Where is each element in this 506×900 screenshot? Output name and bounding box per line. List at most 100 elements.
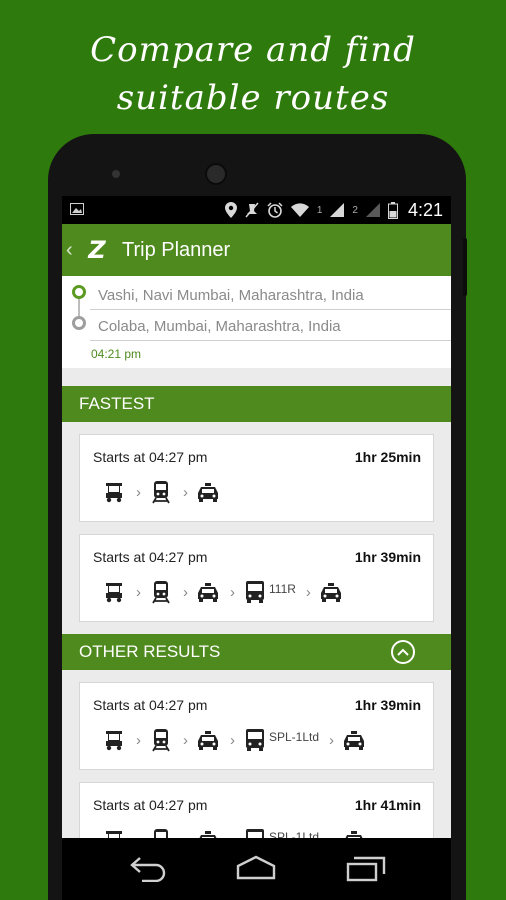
bus-icon — [246, 829, 264, 838]
location-icon — [224, 202, 237, 218]
promo-line-2: suitable routes — [116, 78, 390, 118]
signal-1-label: 1 — [316, 204, 323, 216]
route-start-time: Starts at 04:27 pm — [93, 449, 208, 465]
other-results-header[interactable]: OTHER RESULTS — [62, 634, 451, 670]
chevron-right-icon: › — [305, 583, 311, 601]
destination-marker-icon — [72, 316, 86, 330]
fastest-header-label: FASTEST — [79, 394, 155, 413]
destination-field[interactable]: Colaba, Mumbai, Maharashtra, India — [90, 313, 451, 341]
chevron-right-icon: › — [183, 583, 188, 601]
other-results-header-label: OTHER RESULTS — [79, 642, 221, 661]
app-logo[interactable]: Z — [80, 236, 114, 264]
route-leg — [102, 728, 126, 752]
status-time: 4:21 — [407, 199, 443, 220]
route-number: SPL-1Ltd — [269, 830, 320, 838]
alarm-icon — [267, 202, 283, 218]
action-bar: ‹ Z Trip Planner — [62, 224, 451, 276]
rickshaw-icon — [106, 483, 122, 503]
phone-side-button — [463, 238, 467, 296]
collapse-chevron-icon[interactable] — [391, 640, 415, 664]
taxi-icon — [199, 831, 217, 838]
chevron-right-icon: › — [329, 731, 335, 749]
route-card[interactable]: Starts at 04:27 pm 1hr 25min › › — [79, 434, 434, 522]
recent-apps-icon[interactable] — [344, 854, 388, 882]
home-icon[interactable] — [234, 854, 278, 882]
route-leg — [196, 828, 220, 838]
rickshaw-icon — [106, 731, 122, 751]
chevron-right-icon: › — [183, 731, 188, 749]
route-leg: SPL-1Ltd — [243, 828, 319, 838]
route-legs: › › — [102, 479, 220, 505]
route-duration: 1hr 39min — [354, 697, 421, 713]
fastest-header: FASTEST — [62, 386, 451, 422]
route-leg — [149, 580, 173, 604]
route-leg — [196, 580, 220, 604]
route-start-time: Starts at 04:27 pm — [93, 697, 208, 713]
route-leg: 111R — [243, 580, 296, 604]
route-start-time: Starts at 04:27 pm — [93, 797, 208, 813]
train-icon — [152, 581, 170, 604]
chevron-right-icon: › — [136, 483, 141, 501]
signal-icon-2 — [365, 203, 380, 217]
route-card[interactable]: Starts at 04:27 pm 1hr 39min › › › SPL-1Ltd… — [79, 682, 434, 770]
page-title: Trip Planner — [122, 238, 231, 261]
chevron-right-icon: › — [136, 731, 141, 749]
route-leg — [149, 828, 173, 838]
route-leg — [102, 480, 126, 504]
chevron-right-icon: › — [230, 583, 235, 601]
rickshaw-icon — [106, 583, 122, 603]
phone-sensor — [112, 170, 120, 178]
taxi-icon — [198, 583, 218, 602]
route-duration: 1hr 41min — [354, 797, 421, 813]
route-leg: SPL-1Ltd — [243, 728, 319, 752]
route-legs: › › › 111R › — [102, 579, 343, 605]
chevron-right-icon: › — [230, 731, 235, 749]
promo-line-1: Compare and find — [90, 30, 416, 70]
phone-screen: 1 2 4:21 ‹ Z Trip Planner Vashi, Navi Mu… — [62, 196, 451, 838]
origin-marker-icon — [72, 285, 86, 299]
signal-icon — [330, 203, 345, 217]
signal-2-label: 2 — [352, 204, 358, 216]
promo-headline: Compare and find suitable routes — [0, 26, 506, 122]
fastest-route-list: Starts at 04:27 pm 1hr 25min › › Starts a… — [62, 422, 451, 622]
route-leg — [342, 828, 366, 838]
bus-icon — [246, 581, 264, 603]
train-icon — [152, 481, 170, 504]
route-leg — [342, 728, 366, 752]
route-duration: 1hr 39min — [354, 549, 421, 565]
other-route-list: Starts at 04:27 pm 1hr 39min › › › SPL-1Ltd… — [62, 670, 451, 838]
taxi-icon — [198, 483, 218, 502]
train-icon — [154, 829, 168, 838]
taxi-icon — [198, 731, 218, 750]
route-leg — [102, 580, 126, 604]
route-card[interactable]: Starts at 04:27 pm 1hr 39min › › › 111R › — [79, 534, 434, 622]
chevron-right-icon: › — [136, 583, 141, 601]
route-legs: › › › SPL-1Ltd › — [102, 727, 366, 753]
section-spacer — [62, 368, 451, 386]
taxi-icon — [345, 831, 363, 838]
route-leg — [102, 828, 126, 838]
route-leg — [319, 580, 343, 604]
route-legs: ›››SPL-1Ltd› — [102, 827, 366, 838]
back-icon[interactable] — [128, 854, 172, 882]
origin-field[interactable]: Vashi, Navi Mumbai, Maharashtra, India — [90, 282, 451, 310]
route-leg — [196, 480, 220, 504]
taxi-icon — [320, 583, 341, 602]
battery-icon — [387, 201, 398, 219]
route-leg — [149, 480, 173, 504]
departure-time[interactable]: 04:21 pm — [91, 347, 141, 361]
route-start-time: Starts at 04:27 pm — [93, 549, 208, 565]
chevron-right-icon: › — [183, 483, 188, 501]
route-card[interactable]: Starts at 04:27 pm 1hr 41min ›››SPL-1Ltd… — [79, 782, 434, 838]
route-leg — [149, 728, 173, 752]
route-number: SPL-1Ltd — [269, 730, 320, 744]
phone-camera — [205, 163, 227, 185]
wifi-icon — [290, 203, 309, 217]
train-icon — [152, 729, 170, 752]
route-leg — [196, 728, 220, 752]
up-caret-icon[interactable]: ‹ — [66, 239, 80, 262]
taxi-icon — [344, 731, 365, 750]
navigation-bar — [62, 838, 451, 900]
image-icon — [70, 202, 84, 215]
trip-search-panel: Vashi, Navi Mumbai, Maharashtra, India C… — [62, 276, 451, 368]
